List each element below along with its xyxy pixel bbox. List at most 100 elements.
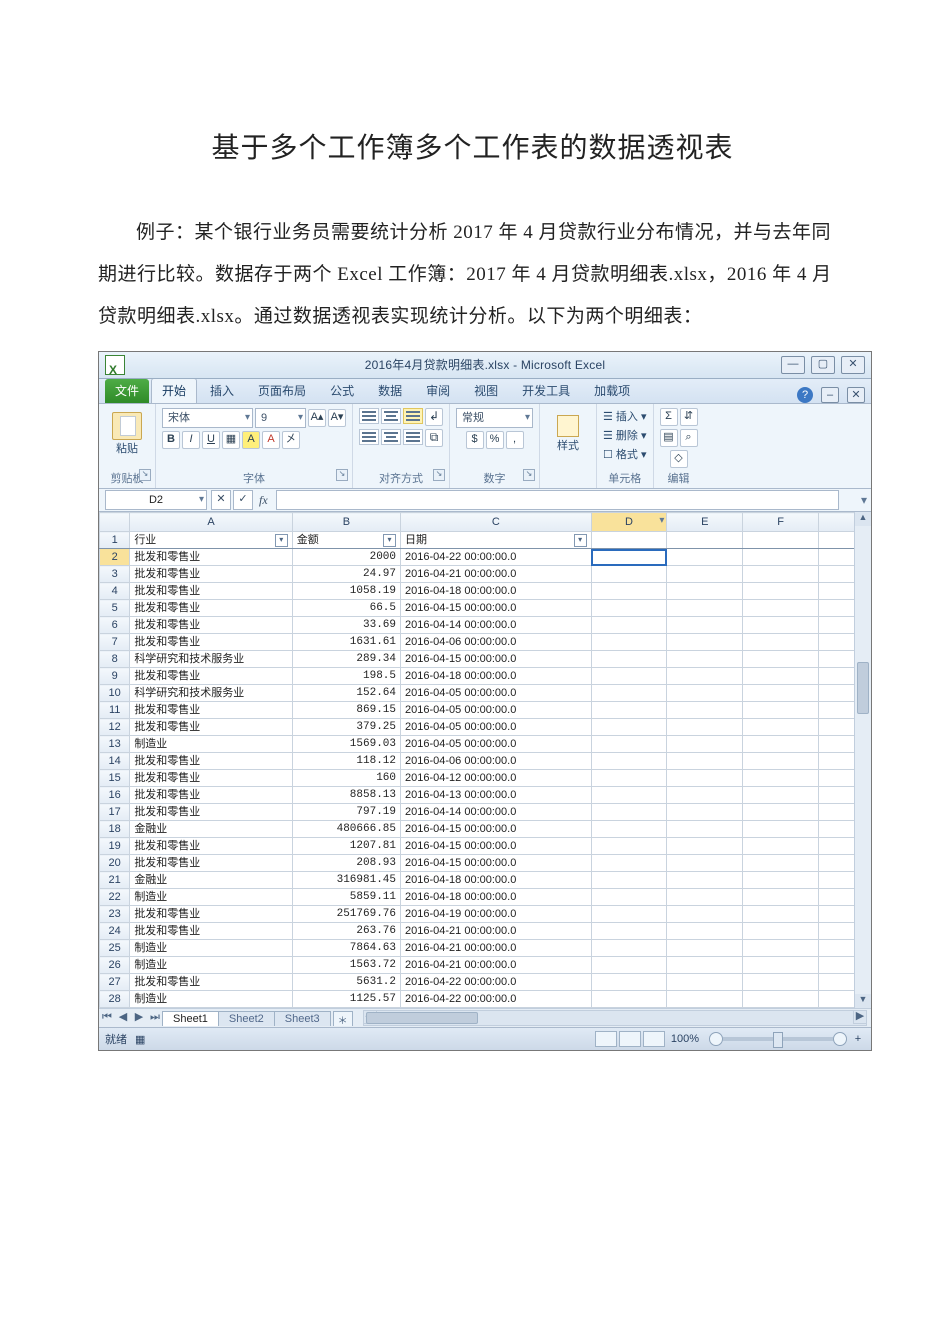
font-color-button[interactable]: A <box>262 431 280 449</box>
cell[interactable] <box>743 583 819 600</box>
cell[interactable]: 118.12 <box>292 753 400 770</box>
data-tab[interactable]: 数据 <box>367 378 413 403</box>
cell[interactable] <box>591 549 667 566</box>
insert-tab[interactable]: 插入 <box>199 378 245 403</box>
cell[interactable] <box>667 651 743 668</box>
sheet-nav-prev[interactable]: ◀ <box>115 1010 131 1026</box>
cell[interactable] <box>743 634 819 651</box>
row-header[interactable]: 14 <box>100 753 130 770</box>
cell[interactable]: 2000 <box>292 549 400 566</box>
cell[interactable] <box>743 685 819 702</box>
font-size-select[interactable]: 9 <box>255 408 306 428</box>
cell[interactable] <box>667 906 743 923</box>
col-header-E[interactable]: E <box>667 513 743 532</box>
cell[interactable] <box>667 549 743 566</box>
align-right-button[interactable] <box>403 429 423 445</box>
formulas-tab[interactable]: 公式 <box>319 378 365 403</box>
align-center-button[interactable] <box>381 429 401 445</box>
cell[interactable] <box>591 719 667 736</box>
row-header[interactable]: 6 <box>100 617 130 634</box>
cell[interactable] <box>591 855 667 872</box>
cell[interactable] <box>591 702 667 719</box>
cell[interactable]: 批发和零售业 <box>130 804 292 821</box>
cell[interactable]: 2016-04-18 00:00:00.0 <box>401 889 592 906</box>
filter-icon[interactable]: ▾ <box>383 534 396 547</box>
cell[interactable] <box>743 549 819 566</box>
clipboard-launcher[interactable]: ↘ <box>139 469 151 481</box>
cell[interactable]: 制造业 <box>130 940 292 957</box>
cell[interactable] <box>743 838 819 855</box>
currency-button[interactable]: $ <box>466 431 484 449</box>
cell[interactable]: 批发和零售业 <box>130 617 292 634</box>
cell[interactable]: 金融业 <box>130 821 292 838</box>
cell[interactable] <box>591 685 667 702</box>
cell[interactable] <box>743 940 819 957</box>
cell[interactable]: 24.97 <box>292 566 400 583</box>
cell[interactable] <box>667 668 743 685</box>
cell[interactable]: 251769.76 <box>292 906 400 923</box>
view-tab[interactable]: 视图 <box>463 378 509 403</box>
cell[interactable]: 8858.13 <box>292 787 400 804</box>
cell[interactable] <box>743 719 819 736</box>
cell[interactable]: 2016-04-22 00:00:00.0 <box>401 549 592 566</box>
cell[interactable] <box>591 770 667 787</box>
col-header-C[interactable]: C <box>401 513 592 532</box>
merge-button[interactable]: ⧉ <box>425 429 443 447</box>
cell[interactable] <box>743 736 819 753</box>
cell[interactable]: 制造业 <box>130 991 292 1008</box>
alignment-launcher[interactable]: ↘ <box>433 469 445 481</box>
cell[interactable]: 批发和零售业 <box>130 770 292 787</box>
insert-cells-button[interactable]: ☰ 插入 ▾ <box>603 408 647 424</box>
cell[interactable]: 2016-04-22 00:00:00.0 <box>401 991 592 1008</box>
italic-button[interactable]: I <box>182 431 200 449</box>
cell[interactable] <box>743 872 819 889</box>
cell[interactable]: 2016-04-05 00:00:00.0 <box>401 685 592 702</box>
paste-button[interactable]: 粘贴 <box>105 412 149 456</box>
cell[interactable]: 行业▾ <box>130 532 292 549</box>
cell[interactable]: 152.64 <box>292 685 400 702</box>
cell[interactable] <box>667 685 743 702</box>
cell[interactable]: 5859.11 <box>292 889 400 906</box>
confirm-edit-button[interactable]: ✓ <box>233 490 253 510</box>
cell[interactable] <box>743 617 819 634</box>
cell[interactable] <box>591 974 667 991</box>
align-left-button[interactable] <box>359 429 379 445</box>
cell[interactable]: 批发和零售业 <box>130 549 292 566</box>
row-header[interactable]: 19 <box>100 838 130 855</box>
cell[interactable] <box>743 821 819 838</box>
cell[interactable] <box>743 974 819 991</box>
cell[interactable]: 批发和零售业 <box>130 634 292 651</box>
row-header[interactable]: 17 <box>100 804 130 821</box>
cell[interactable] <box>591 923 667 940</box>
styles-button[interactable]: 样式 <box>546 415 590 453</box>
row-header[interactable]: 2 <box>100 549 130 566</box>
mdi-close-icon[interactable]: ✕ <box>847 387 865 403</box>
cell[interactable]: 7864.63 <box>292 940 400 957</box>
cell[interactable] <box>743 787 819 804</box>
number-format-select[interactable]: 常规 <box>456 408 533 428</box>
cell[interactable] <box>743 889 819 906</box>
cell[interactable] <box>667 889 743 906</box>
cell[interactable] <box>591 906 667 923</box>
cell[interactable]: 批发和零售业 <box>130 906 292 923</box>
cell[interactable] <box>743 600 819 617</box>
row-header[interactable]: 25 <box>100 940 130 957</box>
cell[interactable] <box>667 940 743 957</box>
cell[interactable] <box>667 600 743 617</box>
cell[interactable]: 批发和零售业 <box>130 787 292 804</box>
help-icon[interactable]: ? <box>797 387 813 403</box>
row-header[interactable]: 27 <box>100 974 130 991</box>
cell[interactable]: 2016-04-18 00:00:00.0 <box>401 872 592 889</box>
worksheet-grid[interactable]: A B C D E F 1行业▾金额▾日期▾2批发和零售业20002016-04… <box>99 512 871 1008</box>
cell[interactable]: 5631.2 <box>292 974 400 991</box>
sheet-tab-sheet2[interactable]: Sheet2 <box>218 1011 275 1026</box>
cell[interactable]: 160 <box>292 770 400 787</box>
fill-button[interactable]: ▤ <box>660 429 678 447</box>
cell[interactable] <box>667 617 743 634</box>
row-header[interactable]: 9 <box>100 668 130 685</box>
cell[interactable] <box>667 736 743 753</box>
cell[interactable]: 制造业 <box>130 889 292 906</box>
row-header[interactable]: 22 <box>100 889 130 906</box>
cell[interactable] <box>591 532 667 549</box>
hscroll-right[interactable]: ▶ <box>853 1010 867 1024</box>
